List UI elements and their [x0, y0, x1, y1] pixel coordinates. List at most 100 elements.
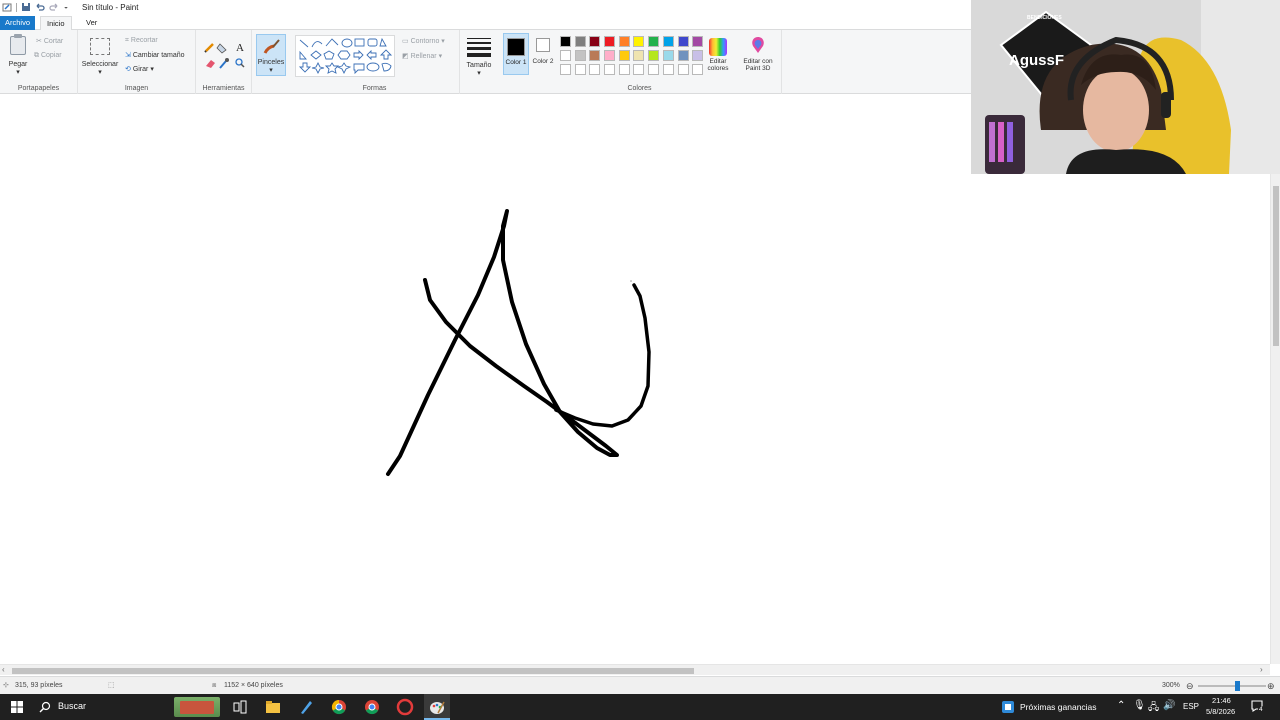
widget-text[interactable]: Próximas ganancias [1020, 702, 1097, 712]
badge-top-text: BENDICIONES [1027, 15, 1062, 21]
color-swatch[interactable] [604, 36, 616, 47]
color-swatch[interactable] [560, 64, 571, 75]
vertical-scroll-thumb[interactable] [1273, 186, 1279, 346]
shapes-gallery[interactable] [295, 35, 395, 77]
color-swatch[interactable] [589, 36, 601, 47]
cut-button[interactable]: ✂ Cortar [36, 37, 63, 45]
color-swatch[interactable] [677, 50, 689, 61]
streamer-video [971, 0, 1280, 174]
paste-button[interactable]: Pegar ▾ [4, 61, 32, 77]
opera-icon[interactable] [396, 698, 414, 716]
pen-app-icon[interactable] [297, 698, 315, 716]
undo-icon[interactable] [35, 2, 45, 12]
paste-icon[interactable] [10, 34, 26, 55]
paint-taskbar-button[interactable] [424, 694, 450, 720]
paint-app-icon [2, 3, 12, 12]
rotate-button[interactable]: ⟲ Girar ▾ [125, 65, 154, 73]
file-explorer-icon[interactable] [264, 698, 282, 716]
color-swatch[interactable] [648, 64, 660, 75]
select-icon[interactable] [90, 38, 110, 55]
notifications-button[interactable]: 4 [1250, 699, 1266, 715]
color-swatch[interactable] [618, 50, 630, 61]
color-swatch[interactable] [633, 64, 645, 75]
brushes-label: Pinceles ▾ [257, 59, 285, 75]
vertical-scrollbar[interactable] [1270, 174, 1280, 664]
search-highlight-image[interactable] [174, 697, 220, 717]
color-swatch[interactable] [589, 64, 601, 75]
color-swatch[interactable] [677, 36, 689, 47]
color-swatch[interactable] [648, 36, 660, 47]
canvas-area[interactable] [0, 95, 1270, 663]
fill-bucket-icon[interactable] [216, 43, 227, 54]
magnifier-icon[interactable] [235, 58, 245, 68]
color-swatch[interactable] [633, 50, 645, 61]
edit-colors-label[interactable]: Editar colores [702, 58, 734, 72]
color-swatch[interactable] [692, 36, 704, 47]
language-indicator[interactable]: ESP [1183, 702, 1199, 711]
chevron-up-icon[interactable]: ⌃ [1117, 700, 1125, 711]
redo-icon[interactable] [49, 2, 59, 12]
widget-news-icon[interactable] [999, 698, 1017, 716]
size-group: Tamaño ▾ [460, 30, 498, 94]
clock-time[interactable]: 21:46 [1212, 696, 1231, 705]
text-icon[interactable]: A [236, 42, 244, 54]
crop-button[interactable]: ⌗ Recortar [125, 37, 158, 45]
color-swatch[interactable] [618, 64, 630, 75]
chrome-icon[interactable] [330, 698, 348, 716]
customize-toolbar-icon[interactable] [63, 2, 69, 12]
select-button[interactable]: Seleccionar ▾ [78, 61, 122, 77]
edit-paint3d-label[interactable]: Editar con Paint 3D [738, 58, 778, 72]
fill-button[interactable]: ◩ Rellenar ▾ [402, 52, 442, 60]
color-swatch[interactable] [604, 64, 616, 75]
paint3d-icon[interactable] [750, 36, 766, 54]
tab-home[interactable]: Inicio [40, 16, 72, 30]
zoom-slider-thumb[interactable] [1235, 681, 1240, 691]
scroll-right-icon[interactable]: › [1260, 665, 1263, 675]
clock-date[interactable]: 5/8/2026 [1206, 707, 1235, 716]
color-swatch[interactable] [574, 50, 586, 61]
color2-button[interactable] [536, 38, 550, 52]
horizontal-scroll-thumb[interactable] [12, 668, 694, 674]
color-swatch[interactable] [574, 36, 586, 47]
zoom-in-icon[interactable]: ⊕ [1267, 677, 1275, 695]
cut-label: Cortar [43, 38, 64, 45]
tab-file[interactable]: Archivo [0, 16, 36, 30]
color-swatch[interactable] [574, 64, 586, 75]
canvas-size-icon: ⧈ [212, 682, 217, 689]
scroll-left-icon[interactable]: ‹ [2, 665, 5, 675]
rainbow-icon[interactable] [709, 38, 727, 56]
brushes-button[interactable]: Pinceles ▾ [256, 34, 286, 76]
horizontal-scrollbar[interactable]: ‹ › [0, 664, 1270, 675]
shapes-icons [298, 37, 393, 75]
task-view-icon[interactable] [231, 698, 249, 716]
windows-start-icon[interactable] [8, 698, 26, 716]
color-swatch[interactable] [604, 50, 616, 61]
zoom-out-icon[interactable]: ⊖ [1186, 677, 1194, 695]
network-icon[interactable]: 🖧 [1148, 700, 1159, 717]
outline-button[interactable]: ▭ Contorno ▾ [402, 37, 445, 45]
pencil-icon[interactable] [204, 43, 214, 53]
color-swatch[interactable] [589, 50, 601, 61]
color-swatch[interactable] [662, 64, 674, 75]
color-swatch[interactable] [648, 50, 660, 61]
tab-view[interactable]: Ver [80, 16, 103, 30]
save-icon[interactable] [21, 2, 31, 12]
search-box[interactable]: Buscar [34, 697, 170, 717]
color-swatch[interactable] [618, 36, 630, 47]
microphone-icon[interactable]: 🎙 [1133, 700, 1146, 711]
resize-button[interactable]: ⇲ Cambiar tamaño [125, 51, 185, 59]
copy-button[interactable]: ⧉ Copiar [34, 52, 62, 60]
color-picker-icon[interactable] [219, 58, 229, 69]
volume-icon[interactable]: 🔊 [1163, 700, 1175, 711]
color-swatch[interactable] [560, 36, 571, 47]
chrome-profile-icon[interactable] [363, 698, 381, 716]
color-swatch[interactable] [662, 36, 674, 47]
eraser-icon[interactable] [206, 60, 215, 68]
size-button[interactable]: Tamaño ▾ [467, 38, 491, 77]
color-swatch[interactable] [677, 64, 689, 75]
drawing-canvas[interactable] [0, 95, 1270, 663]
color-swatch[interactable] [662, 50, 674, 61]
zoom-slider[interactable] [1198, 685, 1266, 687]
color-swatch[interactable] [560, 50, 571, 61]
color-swatch[interactable] [633, 36, 645, 47]
